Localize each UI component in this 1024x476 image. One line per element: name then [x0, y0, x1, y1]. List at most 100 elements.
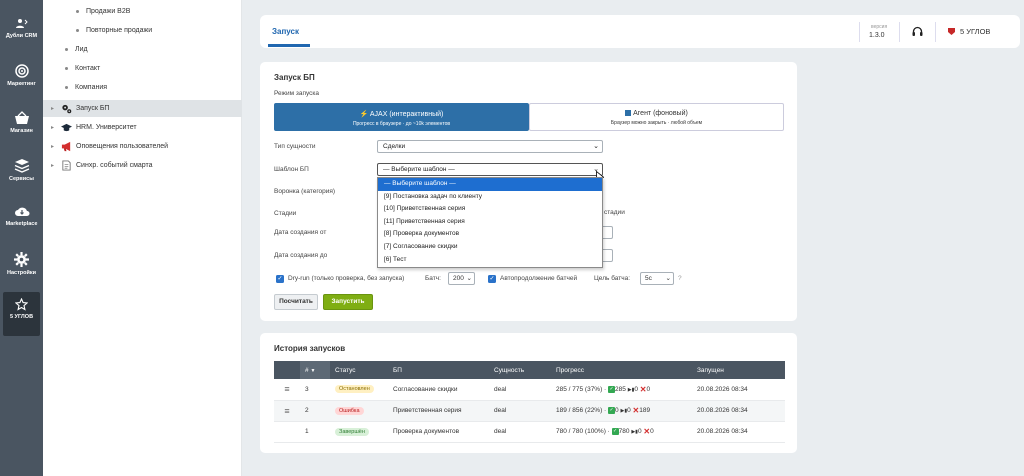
tree-item-smart-sync[interactable]: ▸ Синхр. событий смарта: [43, 157, 242, 174]
dropdown-option[interactable]: [6] Тест: [378, 254, 602, 267]
chevron-right-icon[interactable]: ▸: [51, 105, 61, 112]
bullet-icon: [76, 10, 79, 13]
check-icon: ✓: [608, 407, 616, 414]
chevron-down-icon: ⌄: [665, 275, 671, 282]
drag-handle-icon[interactable]: ≡: [274, 379, 300, 401]
target-select[interactable]: 5с ⌄: [640, 272, 674, 285]
nav-5-corners[interactable]: 5 УГЛОВ: [3, 292, 40, 336]
brand-link[interactable]: 5 УГЛОВ: [947, 27, 990, 36]
tree-item-bp-launch[interactable]: ▸ Запуск БП: [43, 100, 242, 117]
tree-item-company[interactable]: Компания: [43, 79, 242, 96]
count-button[interactable]: Посчитать: [274, 294, 318, 310]
dropdown-option[interactable]: [8] Проверка документов: [378, 228, 602, 241]
autocontinue-checkbox[interactable]: ✓: [488, 275, 496, 283]
status-badge: Завершён: [335, 427, 369, 436]
target-icon: [14, 64, 29, 78]
tree-item-user-notifications[interactable]: ▸ Оповещения пользователей: [43, 138, 242, 155]
entity-label: Тип сущности: [274, 143, 316, 150]
headset-icon[interactable]: [912, 26, 923, 37]
chevron-right-icon[interactable]: ▸: [51, 124, 61, 131]
row-progress: 189 / 856 (22%) · ✓0 ▶▮0 ✕189: [551, 400, 692, 422]
entity-select[interactable]: Сделки ⌄: [377, 140, 603, 153]
template-select[interactable]: — Выберите шаблон — ⌄: [377, 163, 603, 176]
column-header-id[interactable]: # ▼: [300, 361, 330, 379]
divider: [935, 22, 936, 42]
table-row[interactable]: ≡ 2 Ошибка Приветственная серия deal 189…: [274, 400, 785, 422]
bullet-icon: [65, 86, 68, 89]
help-icon[interactable]: ?: [678, 275, 682, 282]
stages-label: Стадии: [274, 210, 297, 217]
tree-item-hrm-university[interactable]: ▸ HRM. Университет: [43, 119, 242, 136]
gears-icon: [62, 104, 72, 114]
mode-ajax-button[interactable]: ⚡ AJAX (интерактивный) Прогресс в браузе…: [274, 103, 529, 131]
tree-item-contact[interactable]: Контакт: [43, 60, 242, 77]
nav-marketing[interactable]: Маркетинг: [0, 64, 43, 87]
row-started: 20.08.2026 08:34: [692, 379, 785, 401]
dropdown-option[interactable]: [10] Приветственная серия: [378, 203, 602, 216]
date-to-input[interactable]: [603, 249, 613, 262]
nav-marketplace[interactable]: Marketplace: [0, 205, 43, 227]
row-bp: Согласование скидки: [388, 379, 489, 401]
autocontinue-label: Автопродолжение батчей: [500, 275, 578, 282]
tree-item-repeat-sales[interactable]: Повторные продажи: [43, 22, 242, 39]
row-started: 20.08.2026 08:34: [692, 400, 785, 422]
row-entity: deal: [489, 421, 551, 443]
batch-label: Батч:: [425, 275, 441, 282]
column-header-started[interactable]: Запущен: [692, 361, 785, 379]
star-outline-icon: [15, 298, 28, 311]
nav-crm-duplicates[interactable]: Дубли CRM: [0, 18, 43, 39]
nav-shop[interactable]: Магазин: [0, 111, 43, 134]
dropdown-option[interactable]: — Выберите шаблон —: [378, 178, 602, 191]
column-header-progress[interactable]: Прогресс: [551, 361, 692, 379]
navigation-tree: Продажи B2B Повторные продажи Лид Контак…: [43, 0, 242, 476]
chevron-right-icon[interactable]: ▸: [51, 143, 61, 150]
row-progress: 285 / 775 (37%) · ✓285 ▶▮0 ✕0: [551, 379, 692, 401]
tab-launch[interactable]: Запуск: [272, 27, 299, 36]
divider: [859, 22, 860, 42]
window-icon: [625, 110, 632, 117]
layers-icon: [14, 159, 29, 173]
sort-desc-icon: ▼: [310, 367, 316, 374]
column-header-entity[interactable]: Сущность: [489, 361, 551, 379]
chevron-down-icon: ⌄: [593, 143, 599, 150]
column-header-bp[interactable]: БП: [388, 361, 489, 379]
row-status: Завершён: [330, 421, 388, 443]
drag-cell: [274, 421, 300, 443]
batch-select[interactable]: 200 ⌄: [448, 272, 475, 285]
bullet-icon: [65, 48, 68, 51]
table-row[interactable]: ≡ 3 Остановлен Согласование скидки deal …: [274, 379, 785, 401]
status-badge: Остановлен: [335, 385, 374, 394]
check-icon: ✓: [608, 385, 616, 393]
tree-item-lead[interactable]: Лид: [43, 41, 242, 58]
person-merge-icon: [15, 19, 28, 28]
basket-icon: [14, 111, 29, 124]
history-title: История запусков: [274, 344, 346, 353]
row-status: Остановлен: [330, 379, 388, 401]
row-progress: 780 / 780 (100%) · ✓780 ▶▮0 ✕0: [551, 421, 692, 443]
run-button[interactable]: Запустить: [323, 294, 373, 310]
nav-settings[interactable]: Настройки: [0, 252, 43, 276]
funnel-label: Воронка (категория): [274, 188, 336, 195]
mode-agent-button[interactable]: Агент (фоновый) Браузер можно закрыть · …: [529, 103, 784, 131]
row-started: 20.08.2026 08:34: [692, 421, 785, 443]
row-entity: deal: [489, 379, 551, 401]
dropdown-option[interactable]: [9] Постановка задач по клиенту: [378, 191, 602, 204]
history-table: # ▼ Статус БП Сущность Прогресс Запущен …: [274, 361, 785, 443]
chevron-right-icon[interactable]: ▸: [51, 162, 61, 169]
table-row[interactable]: 1 Завершён Проверка документов deal 780 …: [274, 421, 785, 443]
template-dropdown-list: — Выберите шаблон — [9] Постановка задач…: [377, 177, 603, 268]
date-from-label: Дата создания от: [274, 229, 327, 236]
row-bp: Приветственная серия: [388, 400, 489, 422]
date-from-input[interactable]: [603, 226, 613, 239]
dryrun-checkbox[interactable]: ✓: [276, 275, 284, 283]
dropdown-option[interactable]: [7] Согласование скидки: [378, 241, 602, 254]
row-entity: deal: [489, 400, 551, 422]
target-label: Цель батча:: [594, 275, 631, 282]
drag-handle-icon[interactable]: ≡: [274, 400, 300, 422]
column-header-status[interactable]: Статус: [330, 361, 388, 379]
nav-services[interactable]: Сервисы: [0, 158, 43, 182]
brand-logo-icon: [948, 28, 955, 35]
row-id: 3: [300, 379, 330, 401]
dropdown-option[interactable]: [11] Приветственная серия: [378, 216, 602, 229]
tree-item-b2b-sales[interactable]: Продажи B2B: [43, 3, 242, 20]
